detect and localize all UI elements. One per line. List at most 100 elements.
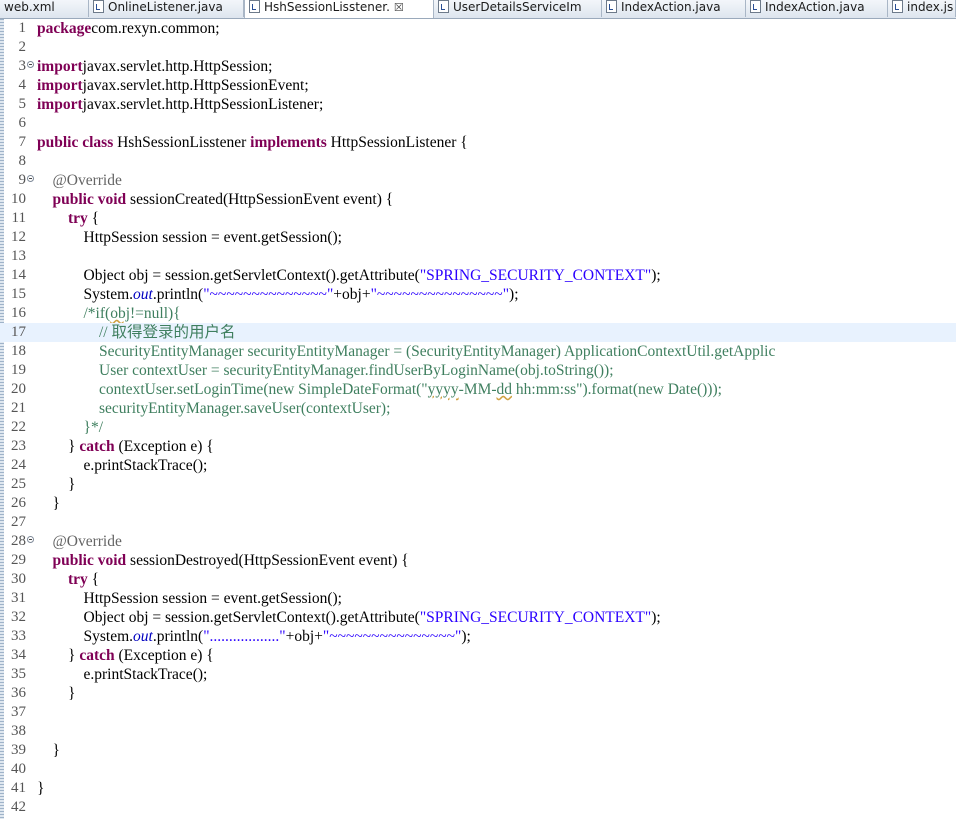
code-line[interactable]: 5 importjavax.servlet.http.HttpSessionLis… [0, 95, 956, 114]
line-number: 40 [11, 761, 26, 777]
code-line[interactable]: 2 [0, 38, 956, 57]
code-line[interactable]: 13 [0, 247, 956, 266]
code-token: import [37, 77, 83, 94]
line-number: 12 [11, 229, 26, 245]
code-token: .println( [152, 628, 204, 645]
code-token: out [133, 628, 153, 645]
code-line[interactable]: 9 @Override [0, 171, 956, 190]
code-text: } catch (Exception e) { [37, 646, 214, 665]
line-number: 22 [11, 419, 26, 435]
code-line[interactable]: 11 try { [0, 209, 956, 228]
code-token: securityEntityManager.saveUser(contextUs… [99, 400, 391, 417]
code-token: javax.servlet.http.HttpSessionListener; [82, 96, 324, 113]
code-token: public [52, 191, 94, 208]
code-text: SecurityEntityManager securityEntityMana… [37, 342, 775, 361]
line-number: 21 [11, 400, 26, 416]
code-line[interactable]: 27 [0, 513, 956, 532]
editor-tab[interactable]: UserDetailsServiceIm [434, 0, 602, 17]
code-token: Object obj = session.getServletContext()… [37, 267, 420, 284]
code-token: } [37, 685, 76, 702]
code-text: HttpSession session = event.getSession()… [37, 228, 342, 247]
code-line[interactable]: 41} [0, 779, 956, 798]
code-token: ); [461, 628, 471, 645]
code-line[interactable]: 38 [0, 722, 956, 741]
code-line[interactable]: 39 } [0, 741, 956, 760]
code-text: }*/ [37, 418, 104, 437]
code-text: HttpSession session = event.getSession()… [37, 589, 342, 608]
code-line[interactable]: 31 HttpSession session = event.getSessio… [0, 589, 956, 608]
code-token: class [82, 134, 114, 151]
code-line[interactable]: 16 /*if(obj!=null){ [0, 304, 956, 323]
code-text: } [37, 779, 44, 798]
code-line[interactable]: 6 [0, 114, 956, 133]
code-line[interactable]: 8 [0, 152, 956, 171]
code-token: void [97, 191, 127, 208]
code-line[interactable]: 18 SecurityEntityManager securityEntityM… [0, 342, 956, 361]
code-line[interactable]: 33 System.out.println(".................… [0, 627, 956, 646]
code-token: catch [79, 647, 115, 664]
code-line[interactable]: 1 packagecom.rexyn.common; [0, 19, 956, 38]
close-tab-icon[interactable]: ☒ [394, 0, 404, 15]
code-line[interactable]: 40 [0, 760, 956, 779]
code-line[interactable]: 25 } [0, 475, 956, 494]
code-token: import [37, 96, 83, 113]
code-line[interactable]: 30 try { [0, 570, 956, 589]
code-line[interactable]: 36 } [0, 684, 956, 703]
code-line[interactable]: 7 public class HshSessionLisstener implem… [0, 133, 956, 152]
code-token: hh:mm:ss").format(new Date())); [512, 381, 722, 398]
code-text: @Override [37, 532, 122, 551]
code-line[interactable]: 26 } [0, 494, 956, 513]
code-line[interactable]: 35 e.printStackTrace(); [0, 665, 956, 684]
code-line[interactable]: 37 [0, 703, 956, 722]
code-line[interactable]: 34 } catch (Exception e) { [0, 646, 956, 665]
line-number: 1 [18, 20, 27, 36]
editor-tab[interactable]: index.js [888, 0, 956, 17]
code-line[interactable]: 20 contextUser.setLoginTime(new SimpleDa… [0, 380, 956, 399]
editor-tab[interactable]: OnlineListener.java [89, 0, 244, 17]
code-line[interactable]: 12 HttpSession session = event.getSessio… [0, 228, 956, 247]
editor-tab[interactable]: web.xml [0, 0, 89, 17]
code-line[interactable]: 10 public void sessionCreated(HttpSessio… [0, 190, 956, 209]
line-number: 33 [11, 628, 26, 644]
code-token: { [87, 571, 100, 588]
code-line[interactable]: 14 Object obj = session.getServletContex… [0, 266, 956, 285]
code-line[interactable]: 19 User contextUser = securityEntityMana… [0, 361, 956, 380]
code-token: e.printStackTrace(); [37, 666, 208, 683]
editor-tab-label: UserDetailsServiceIm [453, 0, 582, 14]
code-line[interactable]: 21 securityEntityManager.saveUser(contex… [0, 399, 956, 418]
code-token: @Override [52, 533, 122, 550]
editor-tab-label: OnlineListener.java [108, 0, 223, 14]
code-editor[interactable]: 1 packagecom.rexyn.common; 2 3 importjavax.s… [0, 19, 956, 819]
editor-tab[interactable]: IndexAction.java [746, 0, 888, 17]
code-text: packagecom.rexyn.common; [37, 19, 220, 38]
line-number: 9 [18, 172, 27, 188]
editor-tab-label: IndexAction.java [765, 0, 865, 14]
code-line[interactable]: 24 e.printStackTrace(); [0, 456, 956, 475]
fold-collapse-icon[interactable] [27, 175, 34, 182]
code-line[interactable]: 4 importjavax.servlet.http.HttpSessionEve… [0, 76, 956, 95]
code-line[interactable]: 23 } catch (Exception e) { [0, 437, 956, 456]
code-line[interactable]: 28 @Override [0, 532, 956, 551]
code-line[interactable]: 32 Object obj = session.getServletContex… [0, 608, 956, 627]
fold-collapse-icon[interactable] [27, 61, 34, 68]
code-token: } [37, 647, 80, 664]
editor-tab-label: index.js [907, 0, 954, 14]
code-token: import [37, 58, 83, 75]
java-file-icon [750, 0, 761, 13]
code-line[interactable]: 3 importjavax.servlet.http.HttpSession; [0, 57, 956, 76]
code-line[interactable]: 17 // 取得登录的用户名 [0, 323, 956, 342]
fold-collapse-icon[interactable] [27, 536, 34, 543]
code-text: } [37, 475, 75, 494]
editor-tab-label: HshSessionLisstener. [264, 0, 390, 14]
code-line[interactable]: 15 System.out.println("~~~~~~~~~~~~~~"+o… [0, 285, 956, 304]
code-text: /*if(obj!=null){ [37, 304, 181, 323]
code-token: package [37, 20, 92, 37]
code-line[interactable]: 42 [0, 798, 956, 817]
editor-tab[interactable]: IndexAction.java [602, 0, 746, 17]
code-line[interactable]: 22 }*/ [0, 418, 956, 437]
code-token: void [97, 552, 127, 569]
editor-tab[interactable]: HshSessionLisstener. ☒ [244, 0, 434, 18]
code-line[interactable]: 29 public void sessionDestroyed(HttpSess… [0, 551, 956, 570]
code-text: Object obj = session.getServletContext()… [37, 608, 661, 627]
